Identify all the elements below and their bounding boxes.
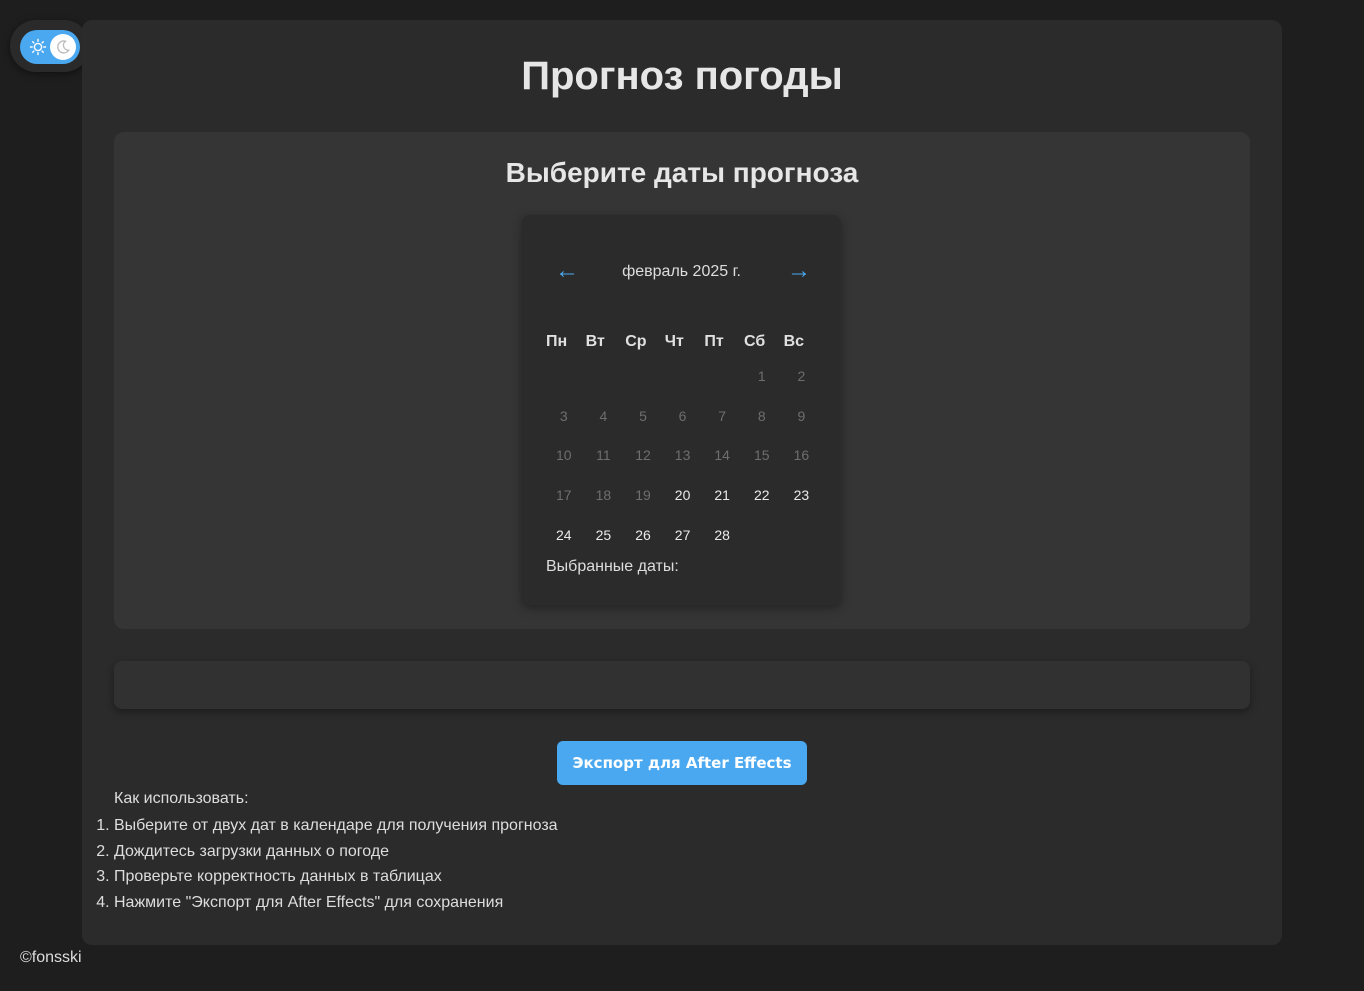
calendar-day[interactable]: 23 [782, 476, 822, 516]
calendar-day[interactable]: 25 [584, 516, 624, 556]
calendar-day: 9 [797, 407, 806, 424]
footer-copyright: ©fonsski [20, 949, 82, 966]
calendar-day[interactable]: 20 [663, 476, 703, 516]
calendar-day[interactable]: 28 [702, 516, 742, 556]
instruction-step: Выберите от двух дат в календаре для пол… [114, 813, 558, 839]
instructions-list: Выберите от двух дат в календаре для пол… [114, 813, 558, 915]
calendar-empty-cell [663, 357, 703, 397]
calendar-day: 7 [718, 407, 727, 424]
calendar-day: 3 [559, 407, 568, 424]
calendar-day[interactable]: 24 [544, 516, 584, 556]
page-title: Прогноз погоды [521, 54, 843, 98]
calendar-grid: Пн Вт Ср Чт Пт Сб Вс 1 2 3 4 5 6 7 8 9 10 11 12 13 14 15 16 17 1… [544, 327, 824, 555]
instruction-step: Дождитесь загрузки данных о погоде [114, 839, 558, 865]
weekday-header: Сб [743, 333, 766, 350]
calendar-day: 8 [757, 407, 766, 424]
calendar-day: 19 [635, 487, 651, 504]
calendar-day: 6 [678, 407, 687, 424]
weekday-header: Ср [625, 333, 647, 350]
calendar-day: 15 [753, 447, 770, 464]
calendar-day: 5 [639, 407, 647, 424]
selected-dates-label: Выбранные даты: [546, 558, 679, 575]
theme-toggle-container [10, 20, 90, 72]
date-selection-panel: Выберите даты прогноза ← февраль 2025 г.… [114, 132, 1250, 629]
date-panel-title: Выберите даты прогноза [505, 157, 859, 188]
weekday-header: Пт [704, 333, 724, 350]
export-after-effects-button[interactable]: Экспорт для After Effects [557, 741, 807, 785]
calendar-day[interactable]: 22 [742, 476, 782, 516]
calendar: ← февраль 2025 г. → Пн Вт Ср Чт Пт Сб Вс 1 2 3 4 5 6… [522, 215, 841, 605]
weekday-header: Вс [783, 333, 805, 350]
calendar-day: 4 [599, 407, 608, 424]
forecast-results-panel [114, 661, 1250, 709]
calendar-empty-cell [584, 357, 624, 397]
calendar-day: 1 [757, 368, 766, 384]
theme-toggle[interactable] [20, 30, 80, 64]
toggle-knob [50, 34, 76, 60]
instructions-title: Как использовать: [114, 790, 249, 807]
calendar-day: 10 [556, 447, 572, 464]
calendar-day[interactable]: 27 [663, 516, 703, 556]
calendar-day: 12 [635, 447, 651, 464]
calendar-day[interactable]: 21 [702, 476, 742, 516]
calendar-empty-cell [544, 357, 584, 397]
calendar-day: 18 [595, 487, 612, 504]
next-month-button[interactable]: → [787, 259, 811, 283]
main-container: Прогноз погоды Выберите даты прогноза ← … [82, 20, 1282, 945]
instructions: Как использовать: Выберите от двух дат в… [114, 788, 558, 915]
calendar-day: 17 [556, 487, 572, 504]
sun-icon [29, 38, 47, 56]
calendar-day: 2 [797, 368, 806, 384]
moon-icon [57, 40, 71, 54]
weekday-header: Чт [664, 333, 684, 350]
calendar-day: 14 [714, 447, 730, 464]
calendar-empty-cell [702, 357, 742, 397]
calendar-day: 16 [793, 447, 810, 464]
calendar-day: 13 [674, 447, 691, 464]
instruction-step: Проверьте корректность данных в таблицах [114, 864, 558, 890]
instruction-step: Нажмите "Экспорт для After Effects" для … [114, 890, 558, 916]
weekday-header: Пн [546, 333, 568, 350]
weekday-header: Вт [585, 333, 605, 350]
calendar-day[interactable]: 26 [623, 516, 663, 556]
calendar-day: 11 [596, 447, 611, 464]
calendar-empty-cell [623, 357, 663, 397]
